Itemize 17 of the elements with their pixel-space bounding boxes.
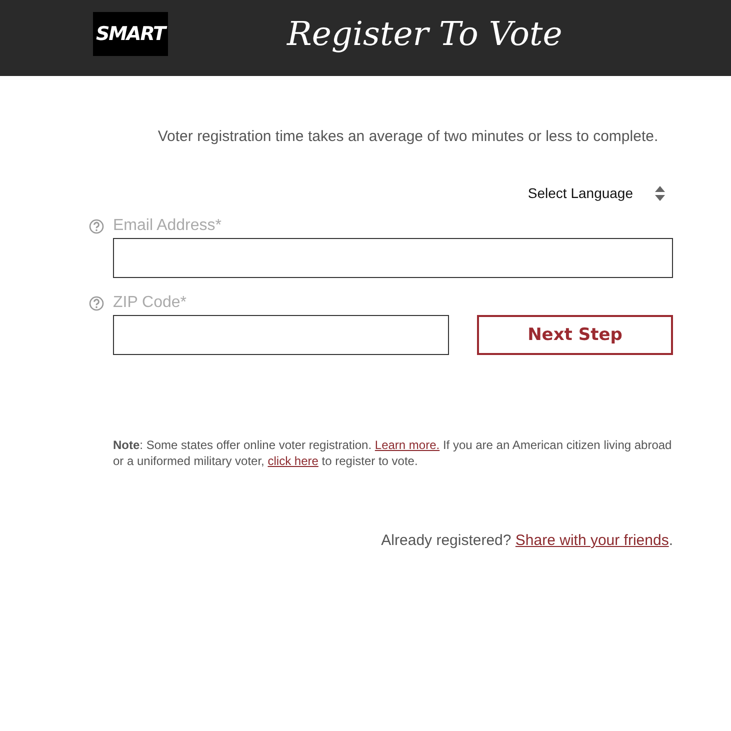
intro-text: Voter registration time takes an average of two minutes or less to complete. <box>156 128 660 145</box>
input-field[interactable] <box>113 238 673 278</box>
field-label: Email Address* <box>113 217 222 235</box>
link[interactable]: click here <box>268 454 318 468</box>
link[interactable]: Share with your friends <box>515 532 669 549</box>
page-title: Register To Vote <box>287 14 562 54</box>
logo: SMART <box>93 12 168 56</box>
note-text: Note: Some states offer online voter registration. Learn more. If you are an American citizen living abroad or a uniformed military voter, click here to register to vote. <box>113 437 673 469</box>
next-step-button[interactable]: Next Step <box>477 315 673 355</box>
sort-icon <box>655 186 665 200</box>
help-icon[interactable] <box>89 219 104 234</box>
field-label: ZIP Code* <box>113 294 187 312</box>
help-icon[interactable] <box>89 296 104 311</box>
language-select[interactable]: Select Language <box>528 185 665 201</box>
link[interactable]: Learn more. <box>374 438 440 452</box>
share-text: Already registered? Share with your friends. <box>380 532 673 549</box>
input-field[interactable] <box>113 315 449 355</box>
